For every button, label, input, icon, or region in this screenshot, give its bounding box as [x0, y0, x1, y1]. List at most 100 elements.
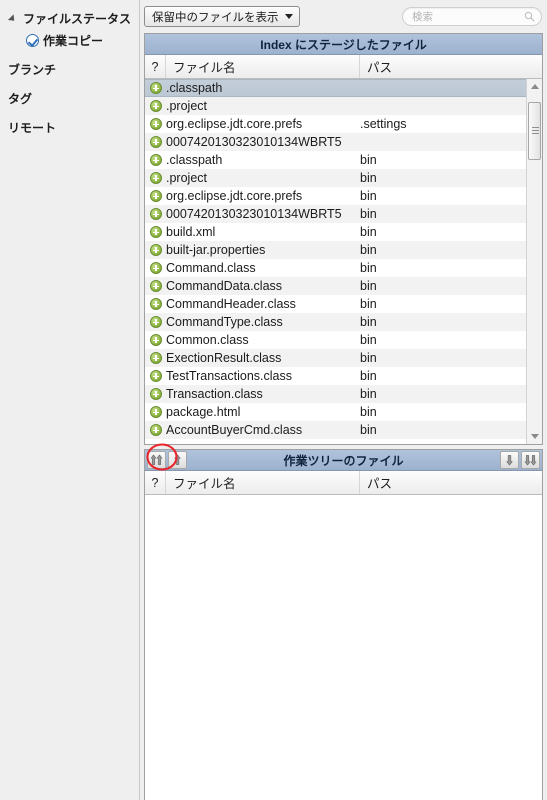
plus-circle-green-icon — [149, 424, 162, 436]
column-header-filename[interactable]: ファイル名 — [166, 55, 360, 78]
worktree-table-body — [145, 495, 542, 800]
table-row[interactable]: AccountBuyerCmd.class bin — [145, 421, 526, 439]
triangle-down-icon[interactable] — [527, 429, 543, 444]
row-filename: CommandHeader.class — [166, 297, 296, 311]
table-row[interactable]: 0007420130323010134WBRT5 — [145, 133, 526, 151]
row-status-cell — [145, 118, 166, 130]
staged-panel-header: Index にステージしたファイル — [145, 34, 542, 55]
staged-panel-title: Index にステージしたファイル — [260, 37, 427, 52]
sidebar-item-label: 作業コピー — [43, 33, 104, 48]
sidebar-item-label: ブランチ — [8, 62, 57, 77]
table-row[interactable]: TestTransactions.class bin — [145, 367, 526, 385]
row-filename: org.eclipse.jdt.core.prefs — [166, 117, 303, 131]
plus-circle-green-icon — [149, 316, 162, 328]
table-row[interactable]: build.xml bin — [145, 223, 526, 241]
worktree-files-panel: 作業ツリーのファイル ? ファイル名 パス — [144, 449, 543, 800]
sidebar-item-label: タグ — [8, 91, 33, 106]
row-filename: AccountBuyerCmd.class — [166, 423, 303, 437]
sidebar-item-file-status[interactable]: ファイルステータス — [0, 7, 139, 29]
plus-circle-green-icon — [149, 298, 162, 310]
table-row[interactable]: Command.class bin — [145, 259, 526, 277]
worktree-panel-header: 作業ツリーのファイル — [145, 450, 542, 471]
plus-circle-green-icon — [149, 352, 162, 364]
chevron-down-icon — [284, 14, 293, 19]
plus-circle-green-icon — [149, 154, 162, 166]
column-header-path[interactable]: パス — [360, 471, 542, 494]
arrow-up-icon — [174, 454, 181, 465]
plus-circle-green-icon — [149, 100, 162, 112]
column-header-path[interactable]: パス — [360, 55, 542, 78]
file-filter-dropdown[interactable]: 保留中のファイルを表示 — [144, 6, 300, 27]
arrow-down-icon — [506, 455, 513, 466]
stage-selected-button[interactable] — [168, 451, 187, 469]
sidebar-item-label: リモート — [8, 120, 57, 135]
plus-circle-green-icon — [149, 334, 162, 346]
row-status-cell — [145, 406, 166, 418]
sidebar-item-remotes[interactable]: リモート — [0, 116, 139, 138]
sidebar-item-tags[interactable]: タグ — [0, 87, 139, 109]
table-row[interactable]: CommandData.class bin — [145, 277, 526, 295]
row-status-cell — [145, 82, 166, 94]
row-status-cell — [145, 172, 166, 184]
row-path: bin — [360, 225, 377, 239]
sidebar-item-working-copy[interactable]: 作業コピー — [0, 29, 139, 51]
column-header-status[interactable]: ? — [145, 55, 166, 78]
row-filename: .classpath — [166, 81, 223, 95]
scrollbar-thumb[interactable] — [527, 102, 541, 160]
row-filename: ExectionResult.class — [166, 351, 282, 365]
column-header-status[interactable]: ? — [145, 471, 166, 494]
table-row[interactable]: .project — [145, 97, 526, 115]
table-row[interactable]: built-jar.properties bin — [145, 241, 526, 259]
plus-circle-green-icon — [149, 136, 162, 148]
scrollbar-track[interactable] — [527, 94, 543, 429]
stage-all-button[interactable] — [147, 451, 166, 469]
row-filename: org.eclipse.jdt.core.prefs — [166, 189, 303, 203]
staged-files-panel: Index にステージしたファイル ? ファイル名 パス .classpath.… — [144, 33, 543, 445]
row-filename: package.html — [166, 405, 241, 419]
table-row[interactable]: org.eclipse.jdt.core.prefs .settings — [145, 115, 526, 133]
sidebar: ファイルステータス 作業コピー ブランチ タグ リモート — [0, 0, 140, 800]
row-status-cell — [145, 388, 166, 400]
unstage-all-button[interactable] — [521, 451, 540, 469]
plus-circle-green-icon — [149, 172, 162, 184]
plus-circle-green-icon — [149, 388, 162, 400]
table-row[interactable]: Common.class bin — [145, 331, 526, 349]
row-status-cell — [145, 316, 166, 328]
table-row[interactable]: .classpath bin — [145, 151, 526, 169]
table-row[interactable]: Transaction.class bin — [145, 385, 526, 403]
search-field[interactable] — [402, 7, 542, 26]
row-path: bin — [360, 423, 377, 437]
row-filename: CommandType.class — [166, 315, 283, 329]
table-row[interactable]: CommandType.class bin — [145, 313, 526, 331]
table-row[interactable]: CommandHeader.class bin — [145, 295, 526, 313]
plus-circle-green-icon — [149, 208, 162, 220]
plus-circle-green-icon — [149, 370, 162, 382]
row-filename: .classpath — [166, 153, 223, 167]
row-filename: Transaction.class — [166, 387, 263, 401]
table-row[interactable]: .classpath — [145, 79, 526, 97]
table-row[interactable]: ExectionResult.class bin — [145, 349, 526, 367]
staged-vertical-scrollbar[interactable] — [526, 79, 542, 444]
row-status-cell — [145, 298, 166, 310]
table-row[interactable]: 0007420130323010134WBRT5 bin — [145, 205, 526, 223]
row-status-cell — [145, 190, 166, 202]
worktree-rows-container — [145, 495, 542, 800]
table-row[interactable]: package.html bin — [145, 403, 526, 421]
disclosure-triangle-icon[interactable] — [8, 12, 20, 24]
column-header-filename[interactable]: ファイル名 — [166, 471, 360, 494]
row-path: bin — [360, 351, 377, 365]
row-path: bin — [360, 279, 377, 293]
table-row[interactable]: org.eclipse.jdt.core.prefs bin — [145, 187, 526, 205]
worktree-panel-title: 作業ツリーのファイル — [283, 453, 404, 468]
triangle-up-icon[interactable] — [527, 79, 543, 94]
unstage-selected-button[interactable] — [500, 451, 519, 469]
row-status-cell — [145, 280, 166, 292]
double-arrow-down-icon — [524, 455, 537, 466]
table-row[interactable]: .project bin — [145, 169, 526, 187]
plus-circle-green-icon — [149, 190, 162, 202]
search-input[interactable] — [412, 10, 524, 23]
row-filename: .project — [166, 171, 207, 185]
sidebar-item-branches[interactable]: ブランチ — [0, 58, 139, 80]
